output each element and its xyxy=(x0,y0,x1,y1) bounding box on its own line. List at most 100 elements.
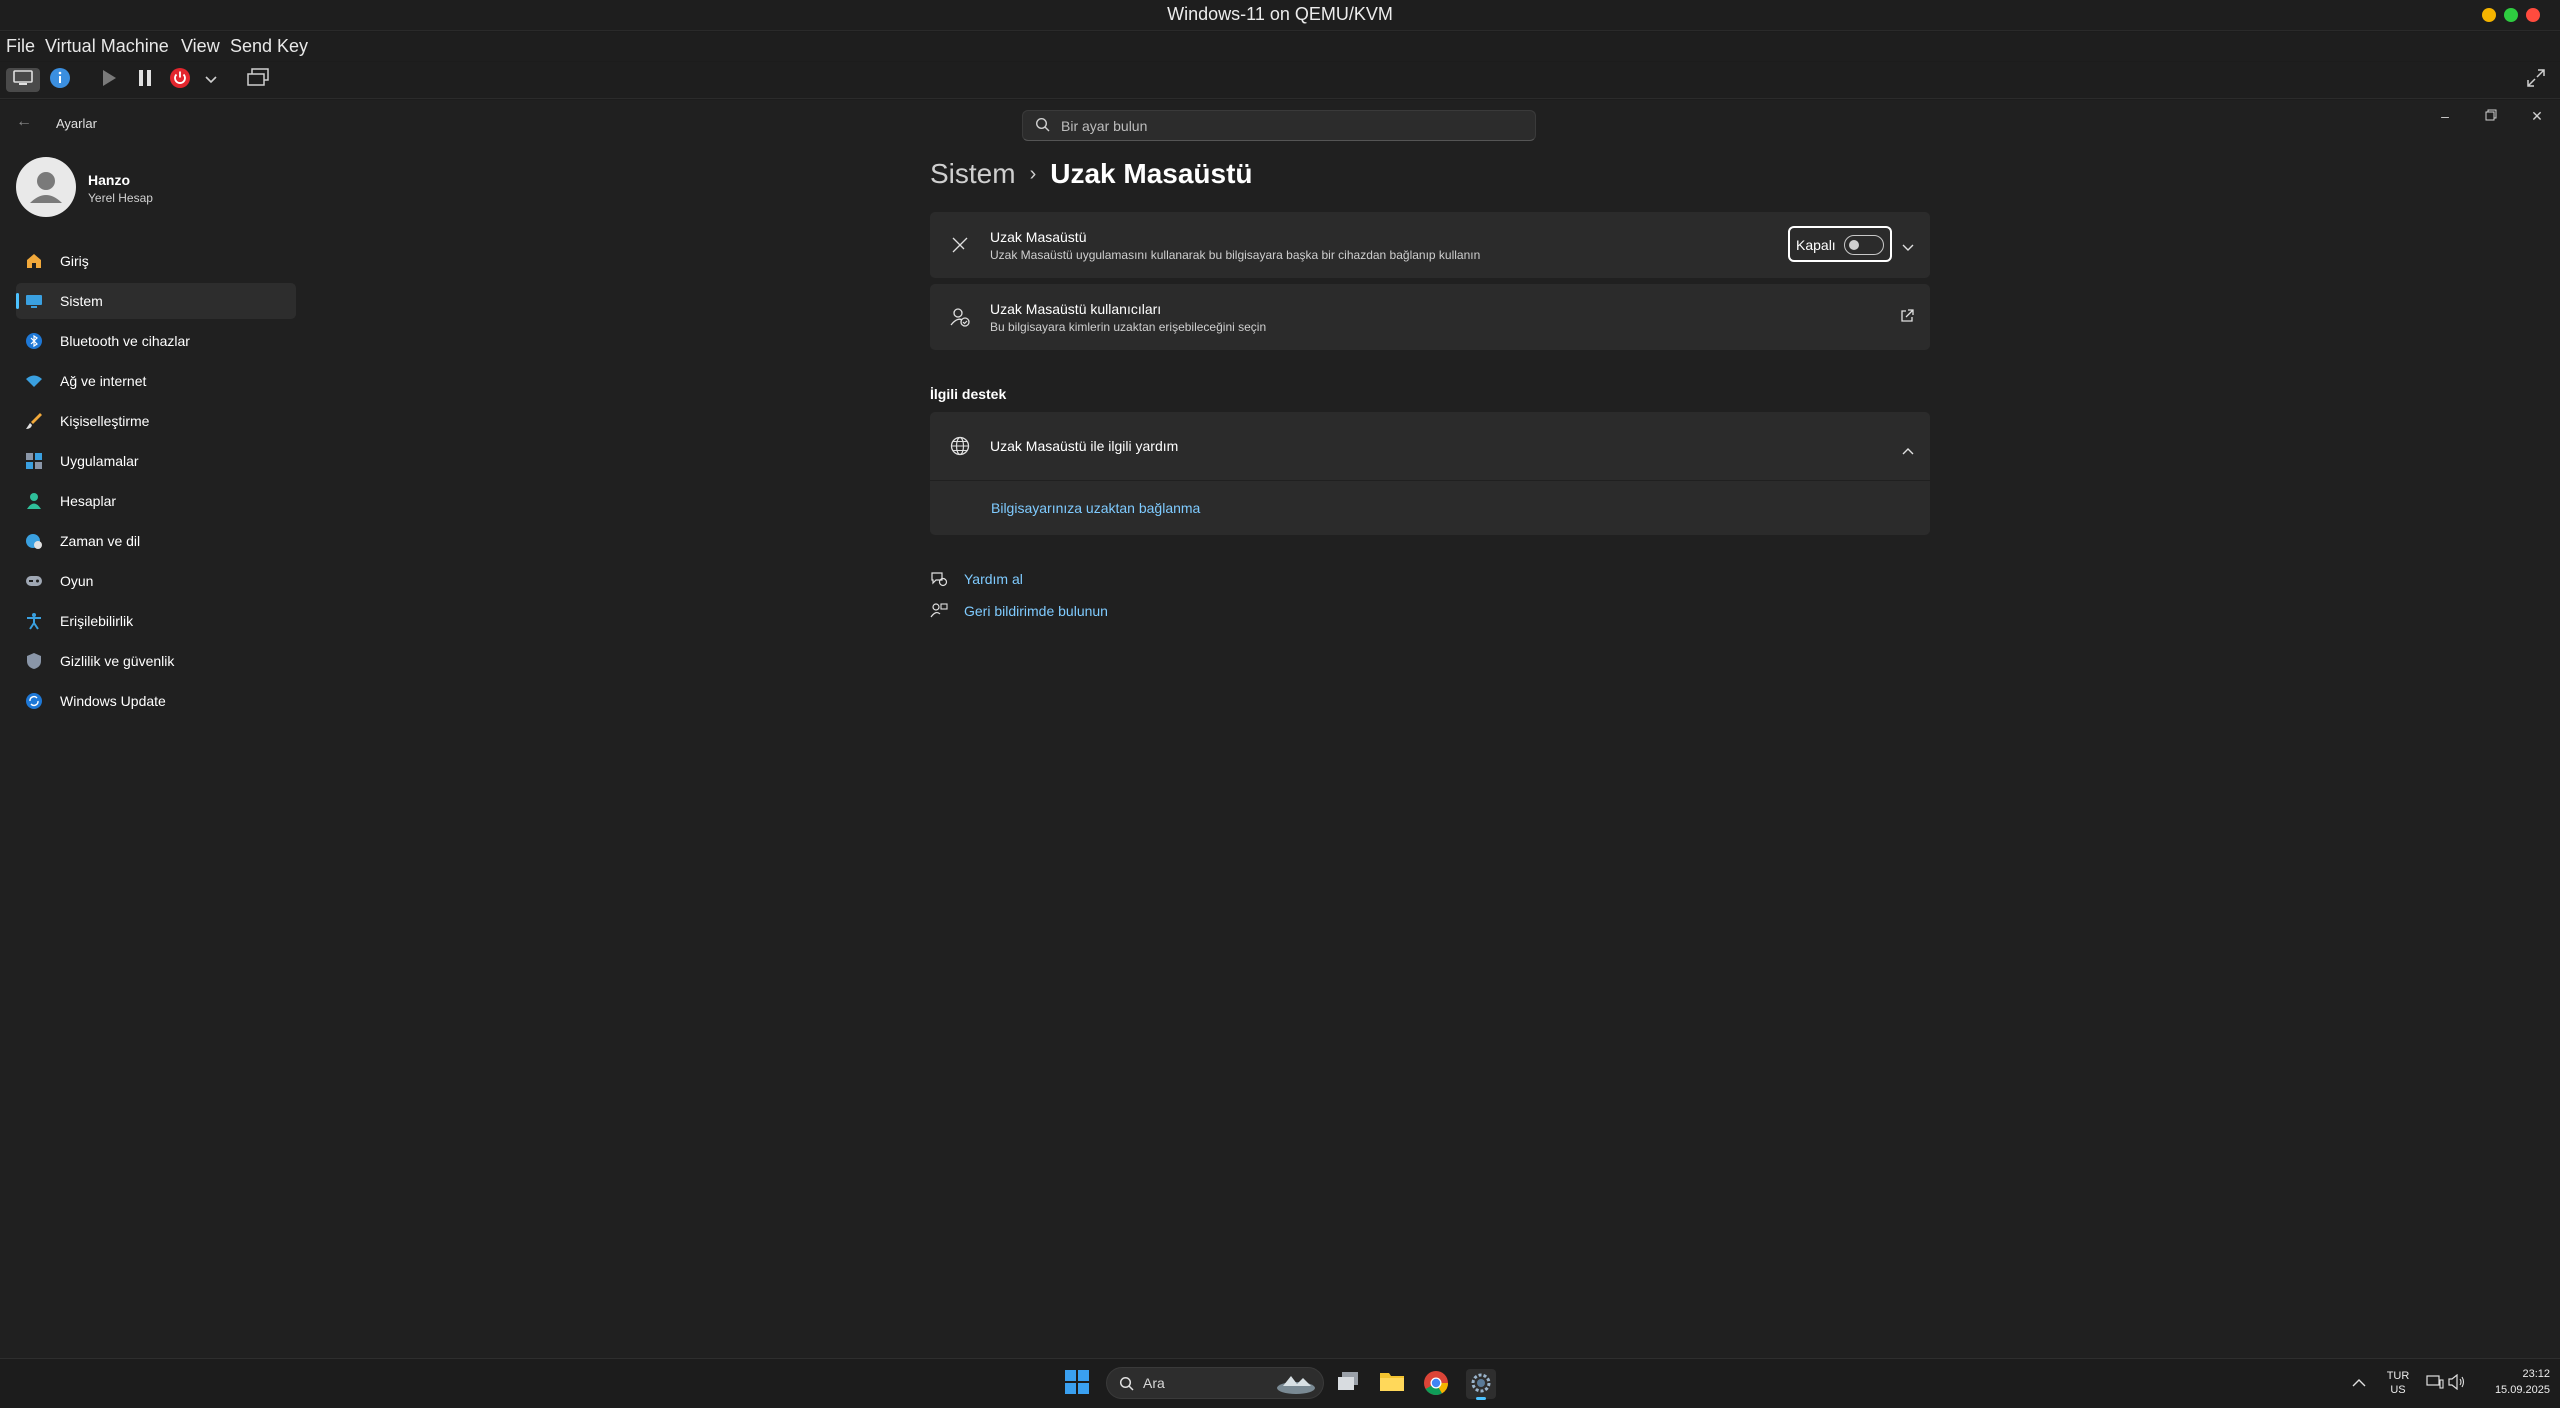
restore-icon xyxy=(2485,108,2497,124)
sidebar-item-accounts[interactable]: Hesaplar xyxy=(16,483,296,519)
settings-taskbar-button[interactable] xyxy=(1466,1369,1496,1400)
pause-button[interactable] xyxy=(134,68,156,92)
task-view-button[interactable] xyxy=(1336,1371,1362,1397)
sidebar-item-apps[interactable]: Uygulamalar xyxy=(16,443,296,479)
remote-desktop-description: Uzak Masaüstü uygulamasını kullanarak bu… xyxy=(990,248,1481,262)
shutdown-menu-button[interactable] xyxy=(202,68,220,92)
sidebar-item-network[interactable]: Ağ ve internet xyxy=(16,363,296,399)
minimize-window-button[interactable] xyxy=(2482,8,2496,22)
back-arrow-icon[interactable]: ← xyxy=(16,113,32,131)
sidebar-item-label: Windows Update xyxy=(60,693,166,709)
sidebar-item-home[interactable]: Giriş xyxy=(16,243,296,279)
remote-users-title: Uzak Masaüstü kullanıcıları xyxy=(990,301,1162,317)
settings-app-title: Ayarlar xyxy=(56,116,97,131)
help-expander-title: Uzak Masaüstü ile ilgili yardım xyxy=(990,438,1179,454)
minimize-icon: – xyxy=(2441,108,2449,124)
chevron-down-icon[interactable] xyxy=(1902,239,1914,257)
settings-restore-button[interactable] xyxy=(2476,106,2506,126)
details-button[interactable] xyxy=(48,67,72,92)
person-icon xyxy=(25,492,43,510)
bluetooth-icon xyxy=(25,332,43,350)
sidebar-item-time-language[interactable]: Zaman ve dil xyxy=(16,523,296,559)
settings-search[interactable] xyxy=(1022,110,1536,141)
remote-desktop-users-card[interactable]: Uzak Masaüstü kullanıcıları Bu bilgisaya… xyxy=(930,284,1930,350)
taskbar-search-label: Ara xyxy=(1143,1375,1165,1391)
remote-connect-help-link[interactable]: Bilgisayarınıza uzaktan bağlanma xyxy=(991,500,1200,516)
monitor-icon xyxy=(12,69,34,91)
sidebar-item-label: Uygulamalar xyxy=(60,453,139,469)
search-highlight-icon xyxy=(1275,1372,1317,1401)
play-icon xyxy=(101,69,117,92)
sidebar-item-accessibility[interactable]: Erişilebilirlik xyxy=(16,603,296,639)
sidebar-item-label: Oyun xyxy=(60,573,94,589)
settings-close-button[interactable]: ✕ xyxy=(2522,106,2552,126)
remote-desktop-card[interactable]: Uzak Masaüstü Uzak Masaüstü uygulamasını… xyxy=(930,212,1930,278)
wifi-icon xyxy=(25,372,43,390)
feedback-link[interactable]: Geri bildirimde bulunun xyxy=(964,603,1108,619)
remote-desktop-help-expander[interactable]: Uzak Masaüstü ile ilgili yardım xyxy=(930,412,1930,480)
host-window-title: Windows-11 on QEMU/KVM xyxy=(1167,4,1393,24)
pause-icon xyxy=(137,69,153,92)
fullscreen-icon xyxy=(2526,68,2546,93)
remote-desktop-toggle[interactable] xyxy=(1844,235,1884,255)
apps-icon xyxy=(25,452,43,470)
keyboard-layout[interactable]: US xyxy=(2382,1384,2414,1396)
network-icon[interactable] xyxy=(2426,1374,2444,1395)
snapshots-icon xyxy=(246,67,270,93)
fullscreen-button[interactable] xyxy=(2524,68,2548,92)
user-account-type: Yerel Hesap xyxy=(88,191,153,205)
close-window-button[interactable] xyxy=(2526,8,2540,22)
input-language[interactable]: TUR xyxy=(2382,1370,2414,1382)
sidebar-item-label: Ağ ve internet xyxy=(60,373,147,389)
active-app-indicator xyxy=(1476,1397,1486,1400)
gamepad-icon xyxy=(25,572,43,590)
task-view-icon xyxy=(1336,1372,1360,1397)
get-help-icon xyxy=(930,570,948,593)
maximize-window-button[interactable] xyxy=(2504,8,2518,22)
sidebar-item-label: Sistem xyxy=(60,293,103,309)
menu-virtual-machine[interactable]: Virtual Machine xyxy=(45,36,169,57)
sidebar-item-windows-update[interactable]: Windows Update xyxy=(16,683,296,719)
taskbar-search[interactable]: Ara xyxy=(1106,1367,1324,1399)
settings-minimize-button[interactable]: – xyxy=(2430,106,2460,126)
open-external-icon[interactable] xyxy=(1900,309,1914,328)
sidebar-item-system[interactable]: Sistem xyxy=(16,283,296,319)
chevron-up-icon[interactable] xyxy=(2352,1375,2366,1393)
avatar[interactable] xyxy=(16,157,76,217)
sidebar-item-personalization[interactable]: Kişiselleştirme xyxy=(16,403,296,439)
chevron-down-icon xyxy=(205,71,217,89)
globe-clock-icon xyxy=(25,532,43,550)
taskbar: Ara TUR US 23:12 15.09.2025 xyxy=(0,1358,2560,1408)
file-explorer-button[interactable] xyxy=(1379,1370,1407,1396)
sidebar-item-label: Hesaplar xyxy=(60,493,117,509)
sidebar-item-label: Bluetooth ve cihazlar xyxy=(60,333,190,349)
chrome-button[interactable] xyxy=(1423,1370,1451,1398)
breadcrumb: Sistem › Uzak Masaüstü xyxy=(930,158,1253,190)
sidebar-item-bluetooth[interactable]: Bluetooth ve cihazlar xyxy=(16,323,296,359)
menu-file[interactable]: File xyxy=(6,36,35,57)
windows-logo-icon xyxy=(1064,1370,1090,1399)
menu-view[interactable]: View xyxy=(181,36,220,57)
console-view-button[interactable] xyxy=(6,68,40,92)
start-button[interactable] xyxy=(1064,1369,1092,1397)
chevron-up-icon[interactable] xyxy=(1902,442,1914,460)
selection-indicator xyxy=(16,293,19,309)
run-button[interactable] xyxy=(98,68,120,92)
clock-time[interactable]: 23:12 xyxy=(2476,1368,2550,1380)
shutdown-button[interactable] xyxy=(168,67,192,92)
search-input[interactable] xyxy=(1061,116,1501,136)
close-icon: ✕ xyxy=(2531,107,2543,124)
snapshots-button[interactable] xyxy=(244,67,272,93)
shield-icon xyxy=(25,652,43,670)
remote-desktop-toggle-focus[interactable]: Kapalı xyxy=(1788,226,1892,262)
breadcrumb-parent[interactable]: Sistem xyxy=(930,158,1016,190)
help-expander-content: Bilgisayarınıza uzaktan bağlanma xyxy=(930,481,1930,535)
feedback-icon xyxy=(930,602,948,625)
host-toolbar xyxy=(0,62,2560,99)
sidebar-item-privacy[interactable]: Gizlilik ve güvenlik xyxy=(16,643,296,679)
volume-icon[interactable] xyxy=(2448,1373,2466,1395)
clock-date[interactable]: 15.09.2025 xyxy=(2476,1384,2550,1396)
sidebar-item-gaming[interactable]: Oyun xyxy=(16,563,296,599)
menu-send-key[interactable]: Send Key xyxy=(230,36,308,57)
get-help-link[interactable]: Yardım al xyxy=(964,571,1023,587)
